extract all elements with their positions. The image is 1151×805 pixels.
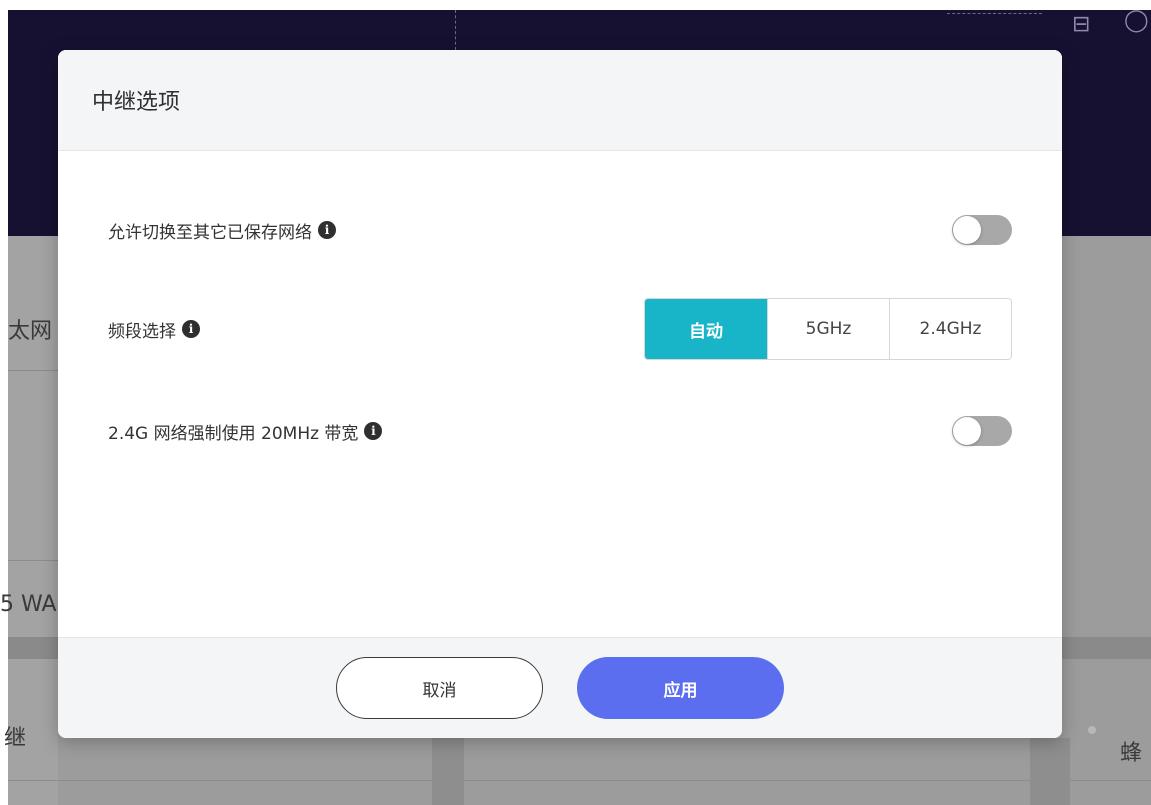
background-top-edge [0,0,1151,10]
background-label: 继 [4,726,27,751]
setting-row-band: 频段选择 i 自动 5GHz 2.4GHz [108,298,1012,360]
background-left-edge [0,0,8,805]
band-segmented-control: 自动 5GHz 2.4GHz [644,298,1012,360]
info-icon[interactable]: i [318,221,336,239]
power-icon: ◯ [1124,8,1149,33]
status-dot [1088,726,1096,734]
band-option-5ghz[interactable]: 5GHz [767,299,889,359]
force-20mhz-label: 2.4G 网络强制使用 20MHz 带宽 [108,423,359,444]
background-column [432,738,464,805]
allow-switch-label: 允许切换至其它已保存网络 [108,222,312,243]
band-select-label: 频段选择 [108,321,176,342]
cancel-button[interactable]: 取消 [336,657,543,719]
toggle-knob [953,417,981,445]
background-column [1030,738,1070,805]
background-divider [455,10,456,50]
background-divider [947,13,1042,14]
setting-row-allow-switch: 允许切换至其它已保存网络 i [108,215,1012,245]
setting-label-group: 频段选择 i [108,317,200,342]
band-option-auto[interactable]: 自动 [645,299,767,359]
band-option-2-4ghz[interactable]: 2.4GHz [889,299,1011,359]
background-label: 太网 [8,319,53,344]
info-icon[interactable]: i [182,320,200,338]
network-icon: ⊟ [1072,12,1091,37]
info-icon[interactable]: i [364,422,383,440]
background-divider [8,780,1151,781]
dialog-footer: 取消 应用 [58,637,1062,738]
apply-button[interactable]: 应用 [577,657,784,719]
repeater-options-dialog: 中继选项 允许切换至其它已保存网络 i 频段选择 i 自动 5GHz 2.4GH… [58,50,1062,738]
dialog-header: 中继选项 [58,50,1062,151]
background-divider [8,370,58,371]
dialog-title: 中继选项 [92,90,181,115]
background-divider [8,560,58,561]
force-20mhz-toggle[interactable] [952,416,1012,446]
background-label: 5 WA [0,592,57,617]
setting-label-group: 允许切换至其它已保存网络 i [108,218,336,243]
allow-switch-toggle[interactable] [952,215,1012,245]
toggle-knob [953,216,981,244]
background-label: 蜂 [1120,741,1143,766]
setting-label-group: 2.4G 网络强制使用 20MHz 带宽 i [108,419,383,444]
setting-row-20mhz: 2.4G 网络强制使用 20MHz 带宽 i [108,416,1012,446]
